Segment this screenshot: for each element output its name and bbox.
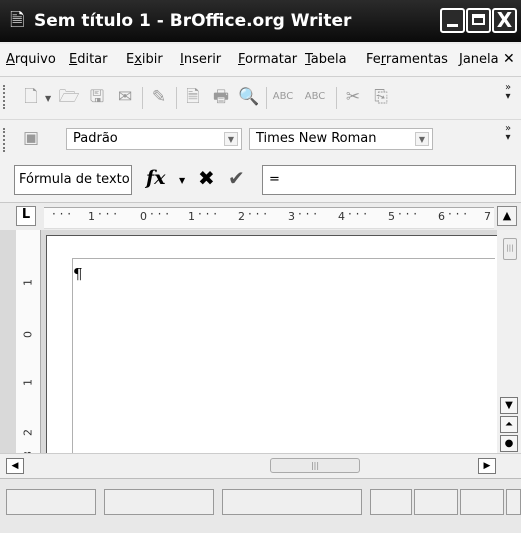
function-icon[interactable]: fx bbox=[146, 167, 166, 189]
menu-exibir[interactable]: Exibir bbox=[126, 52, 163, 67]
styles-formatting-icon[interactable]: ▣ bbox=[20, 128, 42, 148]
ruler-label: 1 bbox=[188, 210, 195, 223]
toolbar-separator bbox=[336, 87, 337, 109]
function-dropdown-icon[interactable]: ▼ bbox=[179, 176, 185, 185]
ruler-label: 7 bbox=[484, 210, 491, 223]
close-icon: X bbox=[496, 8, 513, 32]
scroll-up-button[interactable]: ▲ bbox=[497, 206, 517, 226]
ruler-label: 1 bbox=[21, 279, 35, 286]
scroll-down-button[interactable]: ▼ bbox=[500, 397, 518, 414]
text-boundary-left bbox=[72, 258, 73, 458]
ruler-label: 3 bbox=[288, 210, 295, 223]
maximize-icon bbox=[472, 14, 485, 25]
writer-document-icon: 🗎 bbox=[10, 10, 25, 31]
formula-input[interactable]: = bbox=[262, 165, 516, 195]
previous-page-button[interactable]: ⏶ bbox=[500, 416, 518, 433]
menu-editar[interactable]: Editar bbox=[69, 52, 108, 67]
paragraph-mark: ¶ bbox=[73, 265, 83, 283]
status-style-field[interactable] bbox=[104, 489, 214, 515]
new-document-icon[interactable]: 🗋 bbox=[20, 87, 42, 107]
menu-tabela[interactable]: Tabela bbox=[305, 52, 347, 67]
ruler-label: 1 bbox=[21, 379, 35, 386]
new-dropdown-icon[interactable]: ▼ bbox=[45, 94, 51, 103]
status-page-field[interactable] bbox=[6, 489, 96, 515]
cut-icon[interactable]: ✂ bbox=[342, 87, 364, 107]
navigator-button[interactable]: ● bbox=[500, 435, 518, 452]
font-name-select[interactable]: Times New Roman ▼ bbox=[249, 128, 433, 150]
accept-icon[interactable]: ✔ bbox=[228, 166, 245, 190]
toolbar-separator bbox=[142, 87, 143, 109]
maximize-button[interactable] bbox=[466, 8, 491, 33]
edit-file-icon[interactable]: ✎ bbox=[148, 87, 170, 107]
chevron-down-icon[interactable]: ▼ bbox=[415, 132, 429, 146]
toolbar-separator bbox=[266, 87, 267, 109]
horizontal-ruler[interactable]: · · · 1 · · · 0 · · · 1 · · · 2 · · · 3 … bbox=[44, 207, 494, 229]
toolbar-overflow-icon[interactable]: » ▾ bbox=[505, 83, 511, 102]
toolbar-overflow-icon[interactable]: » ▾ bbox=[505, 124, 511, 143]
title-bar[interactable]: 🗎 Sem título 1 - BrOffice.org Writer X bbox=[0, 0, 521, 42]
ruler-label: 2 bbox=[238, 210, 245, 223]
open-icon[interactable]: 🗁 bbox=[58, 87, 80, 107]
close-window-button[interactable]: X bbox=[492, 8, 517, 33]
scroll-right-button[interactable]: ▶ bbox=[478, 458, 496, 474]
paragraph-style-select[interactable]: Padrão ▼ bbox=[66, 128, 242, 150]
spellcheck-icon[interactable]: ABC bbox=[272, 87, 294, 107]
chevron-down-icon[interactable]: ▼ bbox=[224, 132, 238, 146]
scroll-left-button[interactable]: ◀ bbox=[6, 458, 24, 474]
font-name-value: Times New Roman bbox=[256, 131, 377, 146]
menu-bar: Arquivo Editar Exibir Inserir Formatar T… bbox=[0, 44, 521, 77]
ruler-label: 2 bbox=[21, 429, 35, 436]
print-icon[interactable]: 🖶 bbox=[210, 87, 232, 107]
vertical-ruler[interactable]: 1 0 1 2 3 bbox=[16, 230, 41, 453]
writer-window: 🗎 Sem título 1 - BrOffice.org Writer X A… bbox=[0, 0, 521, 533]
autospellcheck-icon[interactable]: ABC bbox=[304, 87, 326, 107]
cancel-icon[interactable]: ✖ bbox=[198, 166, 215, 190]
text-boundary-top bbox=[72, 258, 495, 259]
ruler-label: 1 bbox=[88, 210, 95, 223]
vertical-scroll-thumb[interactable]: ||| bbox=[503, 238, 517, 260]
toolbar-separator bbox=[176, 87, 177, 109]
formula-bar: Fórmula de texto fx ▼ ✖ ✔ = bbox=[0, 158, 521, 203]
status-bar bbox=[0, 478, 521, 533]
menu-janela[interactable]: Janela bbox=[459, 52, 499, 67]
menu-inserir[interactable]: Inserir bbox=[180, 52, 221, 67]
document-page[interactable] bbox=[46, 235, 497, 453]
ruler-label: 4 bbox=[338, 210, 345, 223]
ruler-label: 5 bbox=[388, 210, 395, 223]
ruler-row: L · · · 1 · · · 0 · · · 1 · · · 2 · · · … bbox=[0, 203, 521, 230]
document-area[interactable]: 1 0 1 2 3 bbox=[0, 230, 497, 453]
toolbar-grip[interactable] bbox=[3, 128, 9, 152]
window-title: Sem título 1 - BrOffice.org Writer bbox=[34, 11, 352, 31]
page-preview-icon[interactable]: 🔍 bbox=[238, 87, 260, 107]
status-selection-mode-field[interactable] bbox=[414, 489, 458, 515]
horizontal-scroll-thumb[interactable]: ||| bbox=[270, 458, 360, 473]
formatting-toolbar: ▣ Padrão ▼ Times New Roman ▼ » ▾ bbox=[0, 120, 521, 159]
close-document-icon[interactable]: ✕ bbox=[503, 51, 515, 67]
export-pdf-icon[interactable]: 🗎 bbox=[182, 87, 204, 107]
ruler-label: 6 bbox=[438, 210, 445, 223]
menu-ferramentas[interactable]: Ferramentas bbox=[366, 52, 448, 67]
status-language-field[interactable] bbox=[222, 489, 362, 515]
standard-toolbar: 🗋 ▼ 🗁 🖫 ✉ ✎ 🗎 🖶 🔍 ABC ABC ✂ ⎘ » ▾ bbox=[0, 77, 521, 120]
menu-formatar[interactable]: Formatar bbox=[238, 52, 297, 67]
horizontal-scrollbar[interactable] bbox=[0, 453, 521, 478]
menu-arquivo[interactable]: Arquivo bbox=[6, 52, 56, 67]
tab-stop-selector[interactable]: L bbox=[16, 206, 36, 226]
minimize-icon bbox=[447, 24, 458, 27]
minimize-button[interactable] bbox=[440, 8, 465, 33]
status-insert-mode-field[interactable] bbox=[370, 489, 412, 515]
paragraph-style-value: Padrão bbox=[73, 131, 118, 146]
ruler-label: 0 bbox=[140, 210, 147, 223]
email-icon[interactable]: ✉ bbox=[114, 87, 136, 107]
save-icon[interactable]: 🖫 bbox=[86, 87, 108, 107]
status-signature-field[interactable] bbox=[506, 489, 521, 515]
ruler-label: 0 bbox=[21, 331, 35, 338]
formula-name-box[interactable]: Fórmula de texto bbox=[14, 165, 132, 195]
toolbar-grip[interactable] bbox=[3, 85, 9, 109]
copy-icon[interactable]: ⎘ bbox=[370, 87, 392, 107]
status-modified-field[interactable] bbox=[460, 489, 504, 515]
